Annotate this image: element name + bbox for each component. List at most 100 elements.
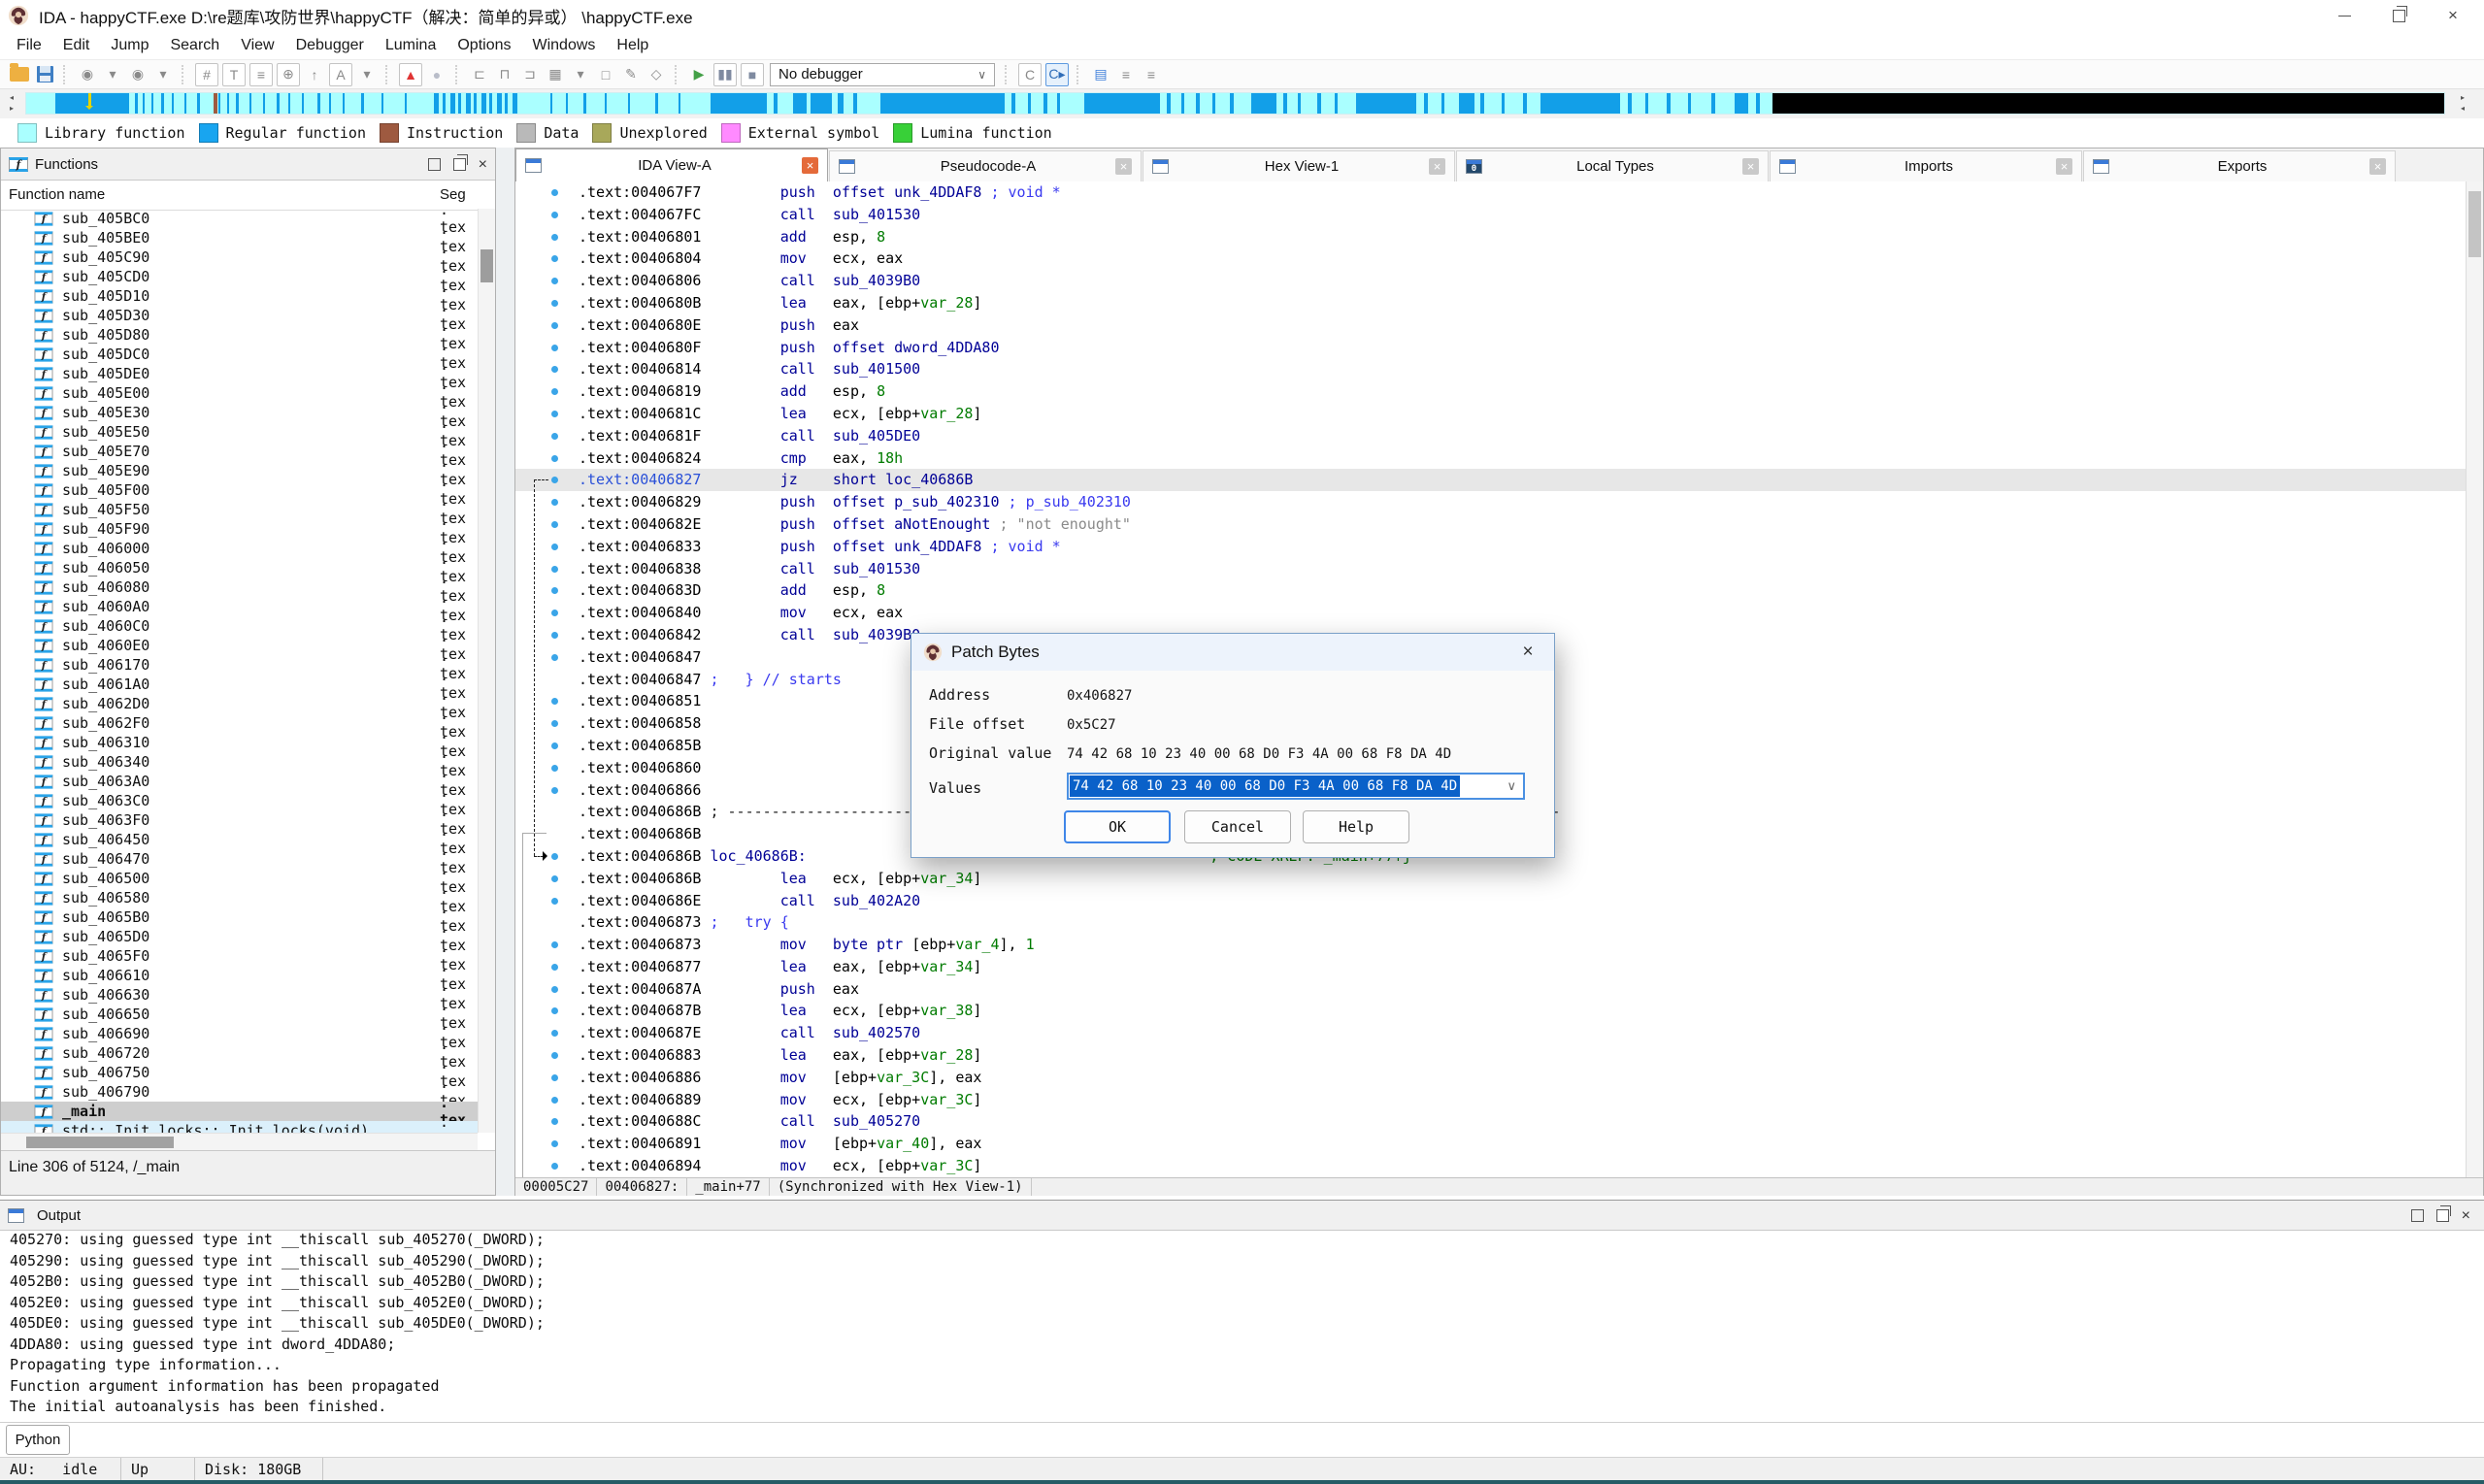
breakpoint-dot[interactable] bbox=[551, 1163, 558, 1170]
menu-item-jump[interactable]: Jump bbox=[100, 37, 159, 54]
function-row[interactable]: fsub_406470. tex bbox=[1, 849, 478, 869]
tab-close-icon[interactable]: × bbox=[1742, 158, 1759, 175]
disassembly-line[interactable]: .text:00406889 mov ecx, [ebp+var_3C] bbox=[515, 1089, 2466, 1111]
indent-list-icon-1[interactable]: ≡ bbox=[1115, 64, 1137, 85]
function-row[interactable]: fsub_405DC0. tex bbox=[1, 345, 478, 364]
function-row[interactable]: fsub_405E00. tex bbox=[1, 383, 478, 403]
function-row[interactable]: fsub_4063F0. tex bbox=[1, 810, 478, 830]
functions-horizontal-scrollbar[interactable] bbox=[1, 1133, 478, 1150]
menu-item-view[interactable]: View bbox=[230, 37, 284, 54]
breakpoint-dot[interactable] bbox=[551, 1030, 558, 1037]
function-row[interactable]: fsub_406000. tex bbox=[1, 539, 478, 558]
breakpoint-dot[interactable] bbox=[551, 1140, 558, 1147]
breakpoint-dot[interactable] bbox=[551, 388, 558, 395]
disassembly-line[interactable]: .text:0040688C call sub_405270 bbox=[515, 1110, 2466, 1133]
breakpoint-dot[interactable] bbox=[551, 787, 558, 794]
values-selected-text[interactable]: 74 42 68 10 23 40 00 68 D0 F3 4A 00 68 F… bbox=[1070, 775, 1460, 797]
panel-float-icon[interactable] bbox=[2436, 1209, 2449, 1222]
band-scroll-right-icon[interactable]: ▸◂ bbox=[2457, 92, 2468, 115]
tab-hex-view-1[interactable]: Hex View-1× bbox=[1143, 150, 1455, 181]
functions-vertical-scrollbar[interactable] bbox=[478, 209, 495, 1133]
disassembly-line[interactable]: .text:0040681C lea ecx, [ebp+var_28] bbox=[515, 403, 2466, 425]
function-row[interactable]: fsub_405BE0. tex bbox=[1, 228, 478, 247]
jump-forward-caret-icon[interactable]: ▾ bbox=[152, 64, 174, 85]
breakpoint-dot[interactable] bbox=[551, 1097, 558, 1104]
breakpoint-dot[interactable] bbox=[551, 189, 558, 196]
breakpoint-dot[interactable] bbox=[551, 1074, 558, 1081]
breakpoint-dot[interactable] bbox=[551, 411, 558, 417]
scrollbar-thumb[interactable] bbox=[480, 249, 493, 282]
function-row[interactable]: fsub_406650. tex bbox=[1, 1005, 478, 1024]
tab-pseudocode-a[interactable]: Pseudocode-A× bbox=[829, 150, 1142, 181]
dialog-title-bar[interactable]: Patch Bytes × bbox=[911, 634, 1554, 671]
function-row[interactable]: fsub_4060E0. tex bbox=[1, 636, 478, 655]
desktop-layout-icon[interactable]: ▦ bbox=[545, 64, 566, 85]
function-row[interactable]: fsub_406170. tex bbox=[1, 655, 478, 675]
function-row[interactable]: fsub_406500. tex bbox=[1, 869, 478, 888]
function-row[interactable]: fsub_405F00. tex bbox=[1, 480, 478, 500]
function-row[interactable]: fsub_4062F0. tex bbox=[1, 713, 478, 733]
scrollbar-thumb[interactable] bbox=[26, 1137, 174, 1148]
segments-window-icon[interactable]: ⊕ bbox=[277, 63, 300, 86]
navigator-band[interactable] bbox=[25, 92, 2445, 115]
function-row[interactable]: fsub_405DE0. tex bbox=[1, 364, 478, 383]
breakpoint-dot[interactable] bbox=[551, 654, 558, 661]
band-scroll-left-icon[interactable]: ◂▸ bbox=[6, 92, 17, 115]
function-row[interactable]: fstd::_Init_locks::_Init_locks(void). te… bbox=[1, 1121, 478, 1133]
disassembly-line[interactable]: .text:00406804 mov ecx, eax bbox=[515, 247, 2466, 270]
indent-list-icon-2[interactable]: ≡ bbox=[1141, 64, 1162, 85]
tab-close-icon[interactable]: × bbox=[802, 157, 818, 174]
disassembly-line[interactable]: .text:00406824 cmp eax, 18h bbox=[515, 447, 2466, 470]
function-row[interactable]: fsub_4061A0. tex bbox=[1, 675, 478, 694]
function-row[interactable]: fsub_405C90. tex bbox=[1, 247, 478, 267]
disassembly-line[interactable]: .text:0040680B lea eax, [ebp+var_28] bbox=[515, 292, 2466, 314]
disassembly-line[interactable]: .text:0040687A push eax bbox=[515, 978, 2466, 1001]
help-button[interactable]: Help bbox=[1303, 810, 1409, 843]
breakpoint-dot[interactable] bbox=[551, 698, 558, 705]
disassembly-line[interactable]: .text:0040687B lea ecx, [ebp+var_38] bbox=[515, 1000, 2466, 1022]
breakpoint-dot[interactable] bbox=[551, 366, 558, 373]
disassembly-line[interactable]: .text:00406840 mov ecx, eax bbox=[515, 602, 2466, 624]
disassembly-line[interactable]: .text:004067FC call sub_401530 bbox=[515, 204, 2466, 226]
disassembly-line[interactable]: .text:00406801 add esp, 8 bbox=[515, 226, 2466, 248]
dialog-close-icon[interactable]: × bbox=[1511, 642, 1544, 663]
function-row[interactable]: f_main. tex bbox=[1, 1102, 478, 1121]
disassembly-line[interactable]: .text:00406838 call sub_401530 bbox=[515, 558, 2466, 580]
cli-input[interactable] bbox=[78, 1427, 2474, 1452]
tab-close-icon[interactable]: × bbox=[2369, 158, 2386, 175]
breakpoint-dot[interactable] bbox=[551, 986, 558, 993]
column-function-name[interactable]: Function name bbox=[9, 186, 105, 203]
function-row[interactable]: fsub_406690. tex bbox=[1, 1024, 478, 1043]
breakpoint-dot[interactable] bbox=[551, 544, 558, 550]
function-row[interactable]: fsub_4063C0. tex bbox=[1, 791, 478, 810]
disassembly-line[interactable]: .text:00406873 mov byte ptr [ebp+var_4],… bbox=[515, 934, 2466, 956]
panel-close-icon[interactable]: × bbox=[479, 159, 487, 170]
trace-icon[interactable]: ● bbox=[426, 64, 447, 85]
function-row[interactable]: fsub_4062D0. tex bbox=[1, 694, 478, 713]
tab-close-icon[interactable]: × bbox=[1115, 158, 1132, 175]
menu-item-edit[interactable]: Edit bbox=[52, 37, 101, 54]
breakpoint-dot[interactable] bbox=[551, 765, 558, 772]
breakpoint-dot[interactable] bbox=[551, 234, 558, 241]
cancel-button[interactable]: Cancel bbox=[1184, 810, 1291, 843]
call-flow-icon-3[interactable]: ⊐ bbox=[519, 64, 541, 85]
maximize-button[interactable] bbox=[2371, 0, 2426, 31]
breakpoint-dot[interactable] bbox=[551, 587, 558, 594]
save-file-icon[interactable] bbox=[37, 66, 53, 82]
breakpoint-dot[interactable] bbox=[551, 610, 558, 616]
tab-close-icon[interactable]: × bbox=[2056, 158, 2072, 175]
disassembly-line[interactable]: .text:0040680F push offset dword_4DDA80 bbox=[515, 337, 2466, 359]
jump-forward-icon[interactable]: ◉ bbox=[127, 64, 149, 85]
function-row[interactable]: fsub_405D80. tex bbox=[1, 325, 478, 345]
menu-item-debugger[interactable]: Debugger bbox=[285, 37, 375, 54]
menu-item-lumina[interactable]: Lumina bbox=[375, 37, 447, 54]
menu-item-windows[interactable]: Windows bbox=[521, 37, 606, 54]
values-combobox[interactable]: 74 42 68 10 23 40 00 68 D0 F3 4A 00 68 F… bbox=[1067, 773, 1525, 800]
breakpoint-dot[interactable] bbox=[551, 853, 558, 860]
debugger-pause-icon[interactable]: ▮▮ bbox=[713, 63, 737, 86]
function-row[interactable]: fsub_406610. tex bbox=[1, 966, 478, 985]
debugger-start-icon[interactable]: ▶ bbox=[688, 64, 710, 85]
disassembly-line[interactable]: .text:0040682E push offset aNotEnought ;… bbox=[515, 513, 2466, 536]
tab-imports[interactable]: Imports× bbox=[1770, 150, 2082, 181]
output-window-icon[interactable]: ▤ bbox=[1090, 64, 1111, 85]
